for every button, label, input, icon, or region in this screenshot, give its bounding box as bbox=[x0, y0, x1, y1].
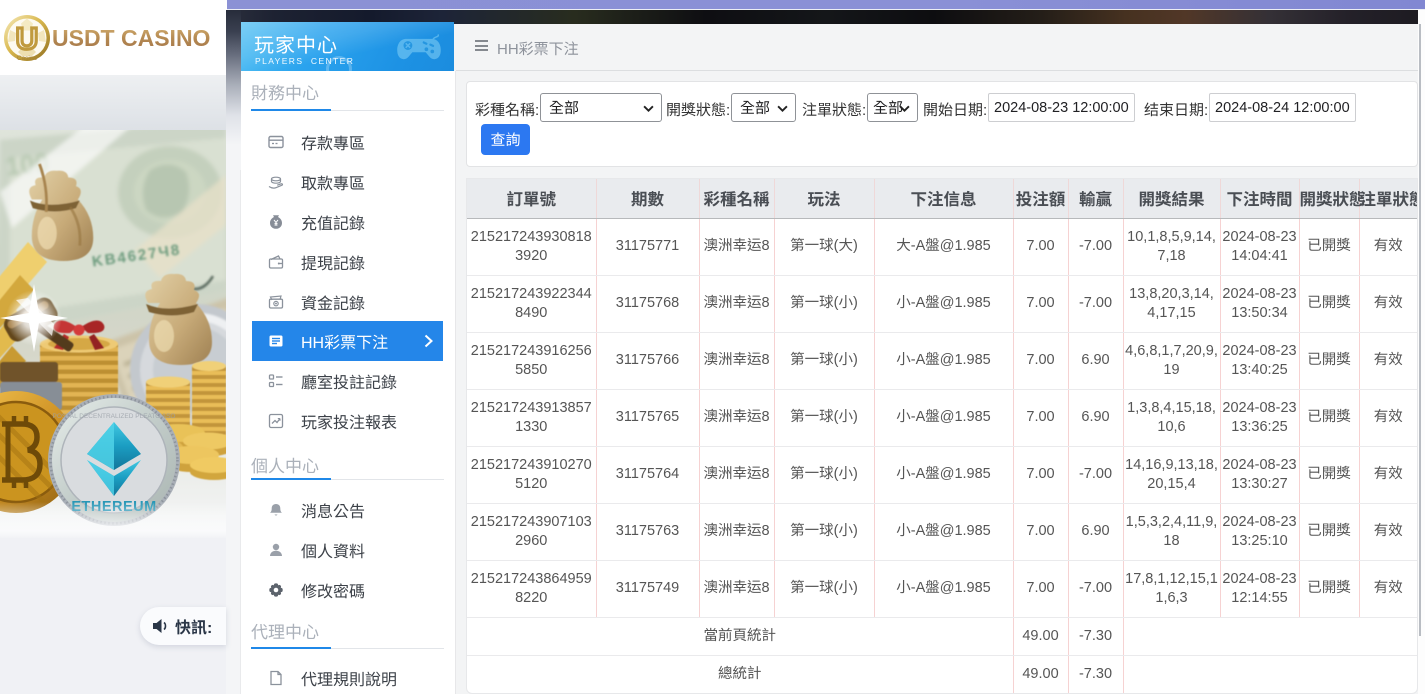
svg-text:USDT CASINO: USDT CASINO bbox=[52, 25, 210, 51]
svg-text:Casino: Casino bbox=[17, 55, 38, 62]
svg-text:POSTAL DECENTRALIZED PLEATO AS: POSTAL DECENTRALIZED PLEATO ASO bbox=[53, 413, 176, 420]
svg-text:U: U bbox=[16, 21, 38, 56]
